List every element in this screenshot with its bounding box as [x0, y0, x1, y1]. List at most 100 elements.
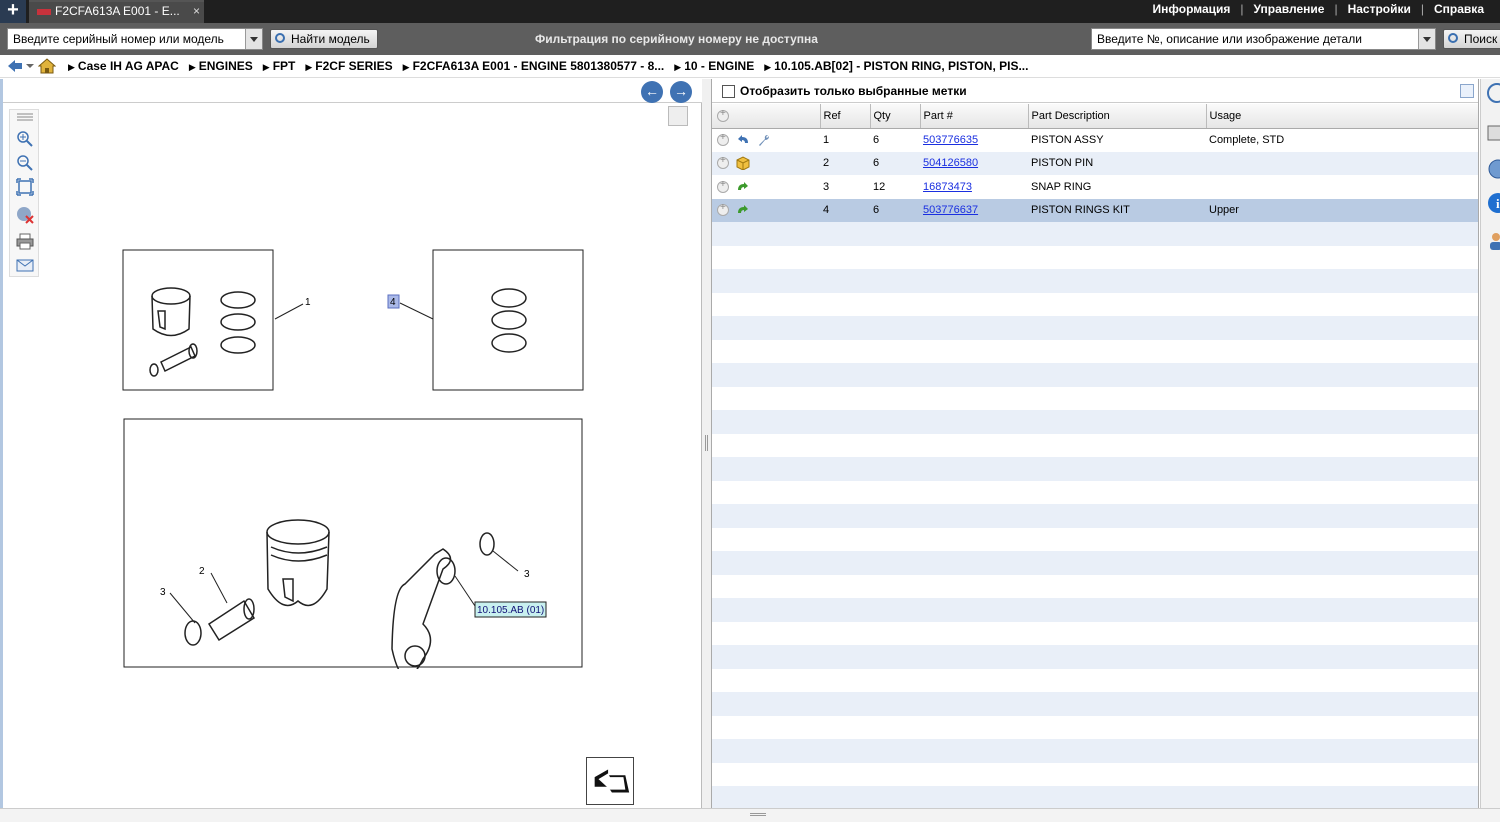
- breadcrumb-item[interactable]: Case IH AG APAC: [68, 55, 179, 79]
- callout-3-right[interactable]: 3: [524, 569, 530, 580]
- wrench-icon[interactable]: [757, 133, 771, 147]
- list-view-icon[interactable]: [1460, 84, 1474, 98]
- description-cell: PISTON PIN: [1028, 151, 1206, 175]
- back-arrow-icon[interactable]: [6, 58, 34, 74]
- column-header-ref[interactable]: Ref: [820, 104, 871, 129]
- fit-to-screen-icon[interactable]: [16, 178, 34, 196]
- menu-info[interactable]: Информация: [1153, 2, 1231, 16]
- close-tab-icon[interactable]: ×: [193, 2, 200, 21]
- part-number-link[interactable]: 503776635: [923, 134, 978, 146]
- globe-icon[interactable]: [1484, 157, 1500, 181]
- expand-row-icon[interactable]: [717, 179, 729, 193]
- breadcrumb-item[interactable]: FPT: [263, 55, 296, 79]
- email-icon[interactable]: [16, 256, 34, 274]
- show-selected-checkbox[interactable]: [722, 85, 735, 98]
- forward-arrow-icon[interactable]: [736, 180, 750, 194]
- menu-help[interactable]: Справка: [1434, 2, 1484, 16]
- table-row[interactable]: 2 6 504126580 PISTON PIN: [712, 151, 1478, 175]
- drawing-toolbar: [9, 109, 39, 277]
- breadcrumb-item[interactable]: F2CFA613A E001 - ENGINE 5801380577 - 8..…: [403, 55, 665, 79]
- zoom-in-icon[interactable]: [16, 130, 34, 148]
- expand-row-icon[interactable]: [717, 132, 729, 146]
- serial-model-input[interactable]: Введите серийный номер или модель: [7, 28, 263, 50]
- column-header-description[interactable]: Part Description: [1028, 104, 1207, 129]
- ref-cell: 2: [820, 151, 870, 175]
- expand-all-header[interactable]: [712, 104, 821, 129]
- new-tab-button[interactable]: +: [0, 0, 26, 23]
- bottom-resize-grip[interactable]: [750, 813, 766, 816]
- package-icon[interactable]: [736, 156, 750, 171]
- callout-4[interactable]: 4: [390, 297, 396, 308]
- table-header-row: Ref Qty Part # Part Description Usage: [712, 104, 1478, 129]
- description-cell: PISTON ASSY: [1031, 134, 1104, 146]
- document-tab-label: F2CFA613A E001 - E...: [55, 4, 180, 18]
- search-icon: [275, 33, 285, 43]
- empty-rows: [712, 222, 1478, 808]
- breadcrumb-item[interactable]: 10.105.AB[02] - PISTON RING, PISTON, PIS…: [764, 55, 1028, 79]
- print-icon[interactable]: [16, 232, 34, 250]
- part-number-link[interactable]: 504126580: [923, 157, 978, 169]
- part-search-placeholder: Введите №, описание или изображение дета…: [1097, 32, 1362, 46]
- next-arrow-icon[interactable]: →: [670, 81, 692, 103]
- part-number-link[interactable]: 503776637: [923, 204, 978, 216]
- chevron-down-icon[interactable]: [1418, 29, 1435, 49]
- expand-row-icon[interactable]: [717, 155, 729, 170]
- column-header-usage[interactable]: Usage: [1206, 104, 1478, 129]
- find-model-button[interactable]: Найти модель: [270, 29, 378, 49]
- table-row[interactable]: 1 6 503776635 PISTON ASSY Complete, STD: [712, 128, 1478, 152]
- breadcrumb-item[interactable]: 10 - ENGINE: [674, 55, 754, 79]
- reference-link[interactable]: 10.105.AB (01): [477, 605, 544, 616]
- part-number-link[interactable]: 16873473: [923, 181, 972, 193]
- callout-1[interactable]: 1: [305, 297, 311, 308]
- column-header-qty[interactable]: Qty: [870, 104, 921, 129]
- filter-status-message: Фильтрация по серийному номеру не доступ…: [535, 32, 818, 46]
- expand-row-icon[interactable]: [717, 202, 729, 217]
- zoom-out-icon[interactable]: [16, 154, 34, 172]
- previous-arrow-icon[interactable]: ←: [641, 81, 663, 103]
- home-icon[interactable]: [38, 58, 56, 74]
- table-row-selected[interactable]: 4 6 503776637 PISTON RINGS KIT Upper: [712, 198, 1478, 222]
- search-toolbar: Введите серийный номер или модель Найти …: [0, 23, 1500, 55]
- callout-3-left[interactable]: 3: [160, 587, 166, 598]
- toolbar-grip-icon[interactable]: [16, 112, 34, 122]
- breadcrumb-item[interactable]: F2CF SERIES: [305, 55, 392, 79]
- callout-2[interactable]: 2: [199, 566, 205, 577]
- ref-cell: 1: [823, 134, 830, 146]
- info-icon[interactable]: i: [1484, 191, 1500, 215]
- search-panel-icon[interactable]: [1484, 81, 1500, 105]
- exit-drawing-icon[interactable]: [586, 757, 634, 805]
- breadcrumb-items: Case IH AG APAC ENGINES FPT F2CF SERIES …: [68, 55, 1038, 79]
- search-icon: [1448, 33, 1458, 43]
- clear-highlight-icon[interactable]: [16, 206, 34, 224]
- ref-cell: 4: [820, 198, 870, 222]
- menu-settings[interactable]: Настройки: [1348, 2, 1411, 16]
- qty-cell: 12: [873, 180, 886, 193]
- users-icon[interactable]: [1484, 229, 1500, 253]
- qty-cell: 6: [873, 134, 880, 146]
- table-row[interactable]: 3 12 16873473 SNAP RING: [712, 175, 1478, 199]
- forward-arrow-icon[interactable]: [736, 203, 750, 217]
- status-bar: [0, 808, 1500, 822]
- menu-manage[interactable]: Управление: [1254, 2, 1325, 16]
- qty-cell: 6: [870, 198, 920, 222]
- usage-cell: [1206, 175, 1478, 199]
- breadcrumb-item[interactable]: ENGINES: [189, 55, 253, 79]
- chevron-down-icon[interactable]: [245, 29, 262, 49]
- column-header-part[interactable]: Part #: [920, 104, 1029, 129]
- panel-splitter[interactable]: [702, 79, 711, 808]
- part-search-input[interactable]: Введите №, описание или изображение дета…: [1091, 28, 1436, 50]
- document-tab[interactable]: F2CFA613A E001 - E... ×: [29, 0, 204, 23]
- drawing-panel: ← → 1 4 3 2 3 10.105.AB (01): [3, 79, 702, 808]
- description-cell: SNAP RING: [1031, 180, 1092, 193]
- menu-separator: |: [1334, 2, 1338, 16]
- drawing-header: ← →: [3, 79, 702, 103]
- return-arrow-icon[interactable]: [736, 133, 750, 147]
- find-model-label: Найти модель: [291, 32, 370, 46]
- expand-all-icon[interactable]: [717, 108, 729, 122]
- part-search-label: Поиск: [1464, 32, 1498, 46]
- part-search-button[interactable]: Поиск: [1443, 29, 1500, 49]
- print-panel-icon[interactable]: [1484, 121, 1500, 145]
- thumbnail-toggle[interactable]: [668, 106, 688, 126]
- menu-separator: |: [1420, 2, 1425, 16]
- splitter-grip[interactable]: [705, 435, 708, 451]
